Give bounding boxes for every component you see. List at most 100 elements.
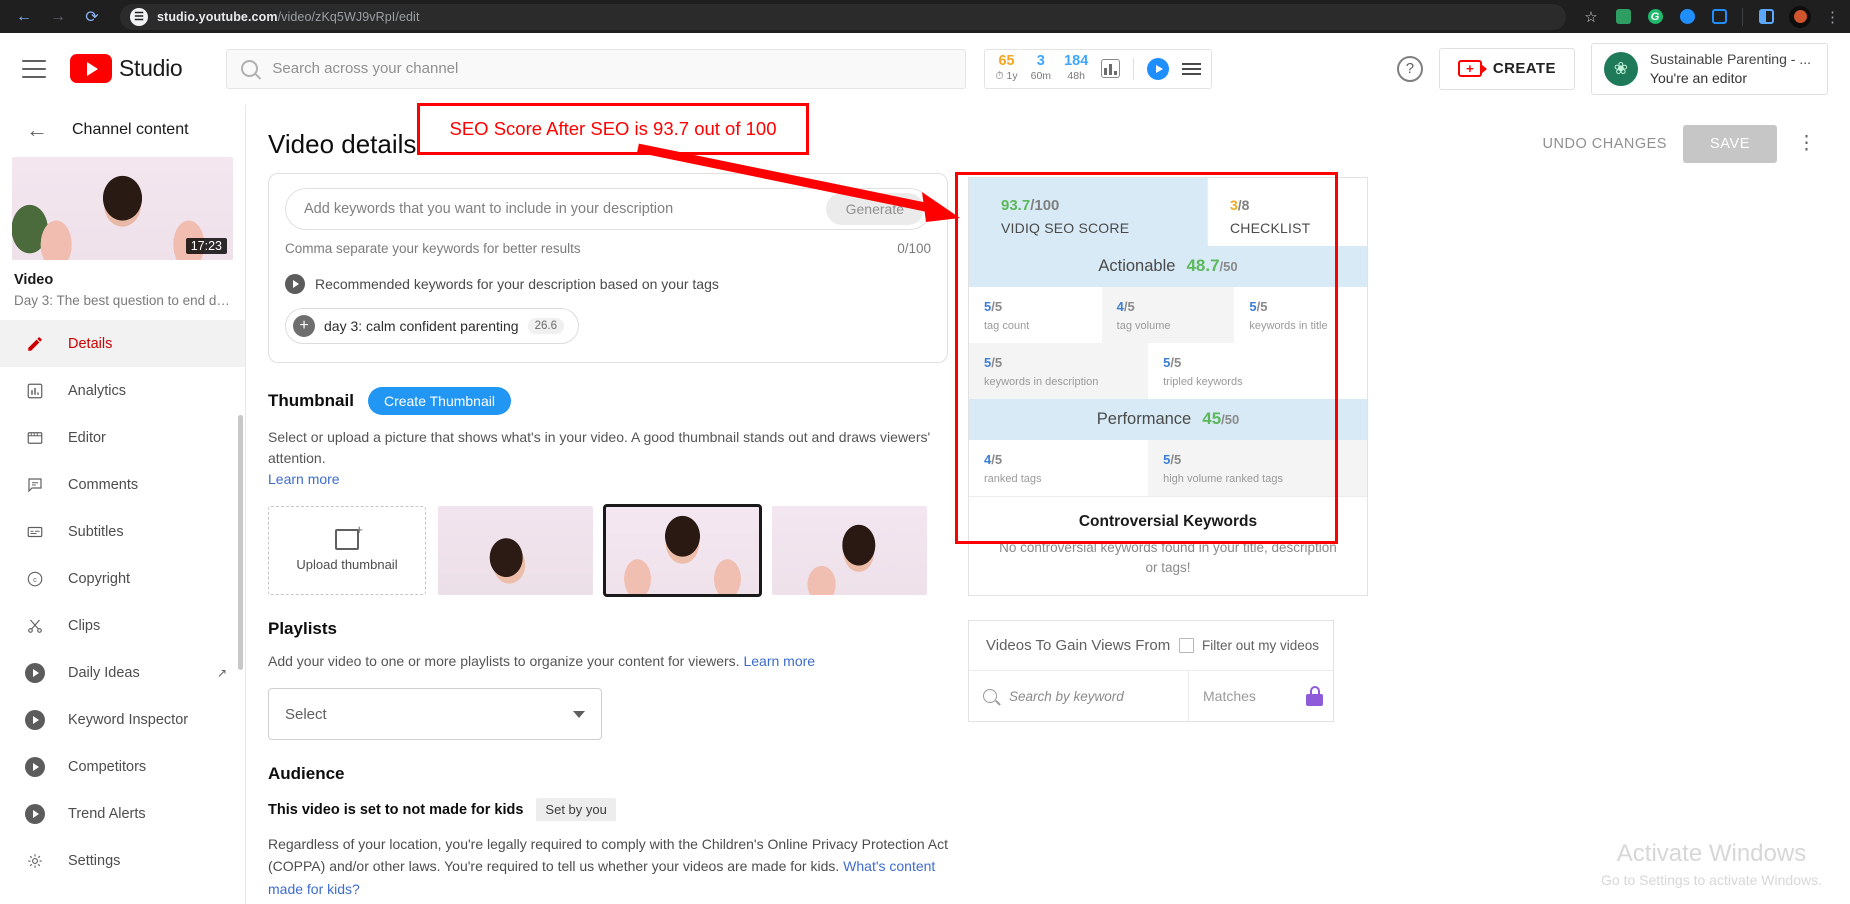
thumbnail-learn-more-link[interactable]: Learn more [268,471,340,487]
vidiq-stat-48h-value: 184 [1064,53,1089,70]
back-to-channel-content[interactable]: ← Channel content [0,105,245,151]
gain-views-header: Videos To Gain Views From Filter out my … [969,621,1333,672]
vidiq-logo-icon[interactable] [1147,57,1170,80]
seo-metric-tag-volume: 4/5 tag volume [1101,287,1235,343]
vidiq-stat-1y-value: 65 [998,53,1015,70]
star-glyph: ☆ [1584,8,1598,26]
more-options-kebab-icon[interactable]: ⋮ [1793,134,1820,154]
create-button[interactable]: + CREATE [1438,47,1575,90]
thumbnail-frame-2[interactable] [603,504,762,597]
filter-out-my-videos-checkbox[interactable]: Filter out my videos [1178,638,1319,654]
generate-button[interactable]: Generate [825,193,924,225]
main-content: Video details UNDO CHANGES SAVE ⋮ Add ke… [246,105,1850,904]
external-link-icon: ↗ [216,665,227,680]
extensions-puzzle-icon[interactable] [1710,8,1728,26]
search-input[interactable] [272,60,952,77]
keyword-chip-score: 26.6 [527,318,564,334]
seo-checklist-value: 3/8 [1230,197,1250,213]
add-keyword-icon[interactable]: + [293,315,315,337]
undo-changes-button[interactable]: UNDO CHANGES [1543,136,1667,152]
details-left-column: Add keywords that you want to include in… [268,173,948,904]
vidiq-stat-60m: 3 60m [1031,53,1051,82]
controversial-keywords-description: No controversial keywords found in your … [999,540,1337,575]
vidiq-menu-icon[interactable] [1182,62,1202,75]
create-thumbnail-button[interactable]: Create Thumbnail [367,387,511,415]
seo-checklist-cell[interactable]: 3/8 CHECKLIST [1207,178,1367,246]
url-domain: studio.youtube.com [157,9,278,24]
sidebar-item-subtitles[interactable]: Subtitles [0,508,245,555]
upload-thumbnail-button[interactable]: Upload thumbnail [268,506,426,595]
help-icon[interactable]: ? [1396,55,1423,82]
channel-search [226,48,967,89]
sidebar-item-comments[interactable]: Comments [0,461,245,508]
save-button[interactable]: SAVE [1682,125,1777,163]
youtube-play-icon [70,54,112,83]
keyword-input-row[interactable]: Add keywords that you want to include in… [285,188,931,230]
vidiq-stat-60m-value: 3 [1036,53,1045,70]
scissors-icon [24,615,46,637]
search-box[interactable] [226,48,967,89]
sidebar-item-label: Daily Ideas [68,664,140,681]
keyword-counter: 0/100 [897,241,931,256]
sidebar-item-keyword-inspector[interactable]: Keyword Inspector [0,696,245,743]
browser-menu-kebab-icon[interactable]: ⋮ [1825,8,1840,26]
sidebar-item-editor[interactable]: Editor [0,414,245,461]
sidebar-item-details[interactable]: Details [0,320,245,367]
sidebar-item-clips[interactable]: Clips [0,602,245,649]
metric-label: keywords in title [1249,320,1328,332]
thumbnail-frame-1[interactable] [438,506,593,595]
address-bar[interactable]: ☰ studio.youtube.com/video/zKq5WJ9vRpI/e… [120,3,1566,30]
analytics-icon [24,380,46,402]
sidebar-item-trend-alerts[interactable]: Trend Alerts [0,790,245,837]
browser-reload-button[interactable]: ⟳ [78,3,106,31]
video-thumbnail-preview[interactable]: 17:23 [12,157,233,260]
vidiq-extension-icon[interactable] [1678,8,1696,26]
sidebar-item-settings[interactable]: Settings [0,837,245,884]
sidebar-item-copyright[interactable]: c Copyright [0,555,245,602]
playlists-learn-more-link[interactable]: Learn more [743,653,815,669]
gain-views-search[interactable]: Search by keyword [969,689,1188,704]
youtube-studio-logo[interactable]: Studio [70,54,183,83]
grammarly-extension-icon[interactable]: G [1646,8,1664,26]
browser-forward-button[interactable]: → [44,3,72,31]
thumbnail-description-text: Select or upload a picture that shows wh… [268,429,931,466]
browser-back-button[interactable]: ← [10,3,38,31]
vidiq-stat-48h: 184 48h [1064,53,1089,82]
sidebar-scrollbar[interactable] [238,415,243,670]
mail-extension-icon[interactable] [1614,8,1632,26]
channel-switcher[interactable]: ❀ Sustainable Parenting - ... You're an … [1590,42,1828,95]
sidebar-item-daily-ideas[interactable]: Daily Ideas ↗ [0,649,245,696]
bookmark-star-icon[interactable]: ☆ [1582,8,1600,26]
gain-views-search-placeholder[interactable]: Search by keyword [1009,689,1124,704]
seo-section-score: 45/50 [1202,409,1240,428]
seo-score-value: 93.7/100 [1001,197,1060,214]
metric-label: keywords in description [984,376,1099,388]
chevron-down-icon [573,710,585,718]
side-panel-icon[interactable] [1757,8,1775,26]
vidiq-chart-icon[interactable] [1101,59,1121,78]
pencil-icon [24,333,46,355]
studio-header: Studio 65 ⏱ 1y 3 60m 184 48h ? + CREATE [0,33,1850,105]
seo-metric-row-3: 4/5 ranked tags 5/5 high volume ranked t… [969,440,1367,496]
sidebar-item-label: Editor [68,429,106,446]
checkbox-icon[interactable] [1178,638,1194,654]
playlist-select[interactable]: Select [268,688,602,740]
browser-profile-avatar[interactable] [1789,5,1811,28]
matches-label: Matches [1203,688,1256,705]
channel-name: Sustainable Parenting - ... [1649,50,1811,67]
lock-icon[interactable] [1306,686,1323,707]
copyright-icon: c [24,568,46,590]
sidebar-item-competitors[interactable]: Competitors [0,743,245,790]
seo-metric-row-1: 5/5 tag count 4/5 tag volume 5/5 keyword… [969,287,1367,343]
vidiq-icon [24,756,46,778]
sidebar-item-analytics[interactable]: Analytics [0,367,245,414]
keyword-input-placeholder[interactable]: Add keywords that you want to include in… [304,201,826,217]
audience-section: Audience This video is set to not made f… [268,764,948,904]
seo-metric-row-2: 5/5 keywords in description 5/5 tripled … [969,343,1367,399]
comments-icon [24,474,46,496]
vidiq-stats-bar[interactable]: 65 ⏱ 1y 3 60m 184 48h [984,48,1213,89]
thumbnail-frame-3[interactable] [772,506,927,595]
keyword-chip[interactable]: + day 3: calm confident parenting 26.6 [285,308,579,344]
site-settings-icon[interactable]: ☰ [130,7,148,26]
sidebar-toggle-icon[interactable] [22,59,46,78]
